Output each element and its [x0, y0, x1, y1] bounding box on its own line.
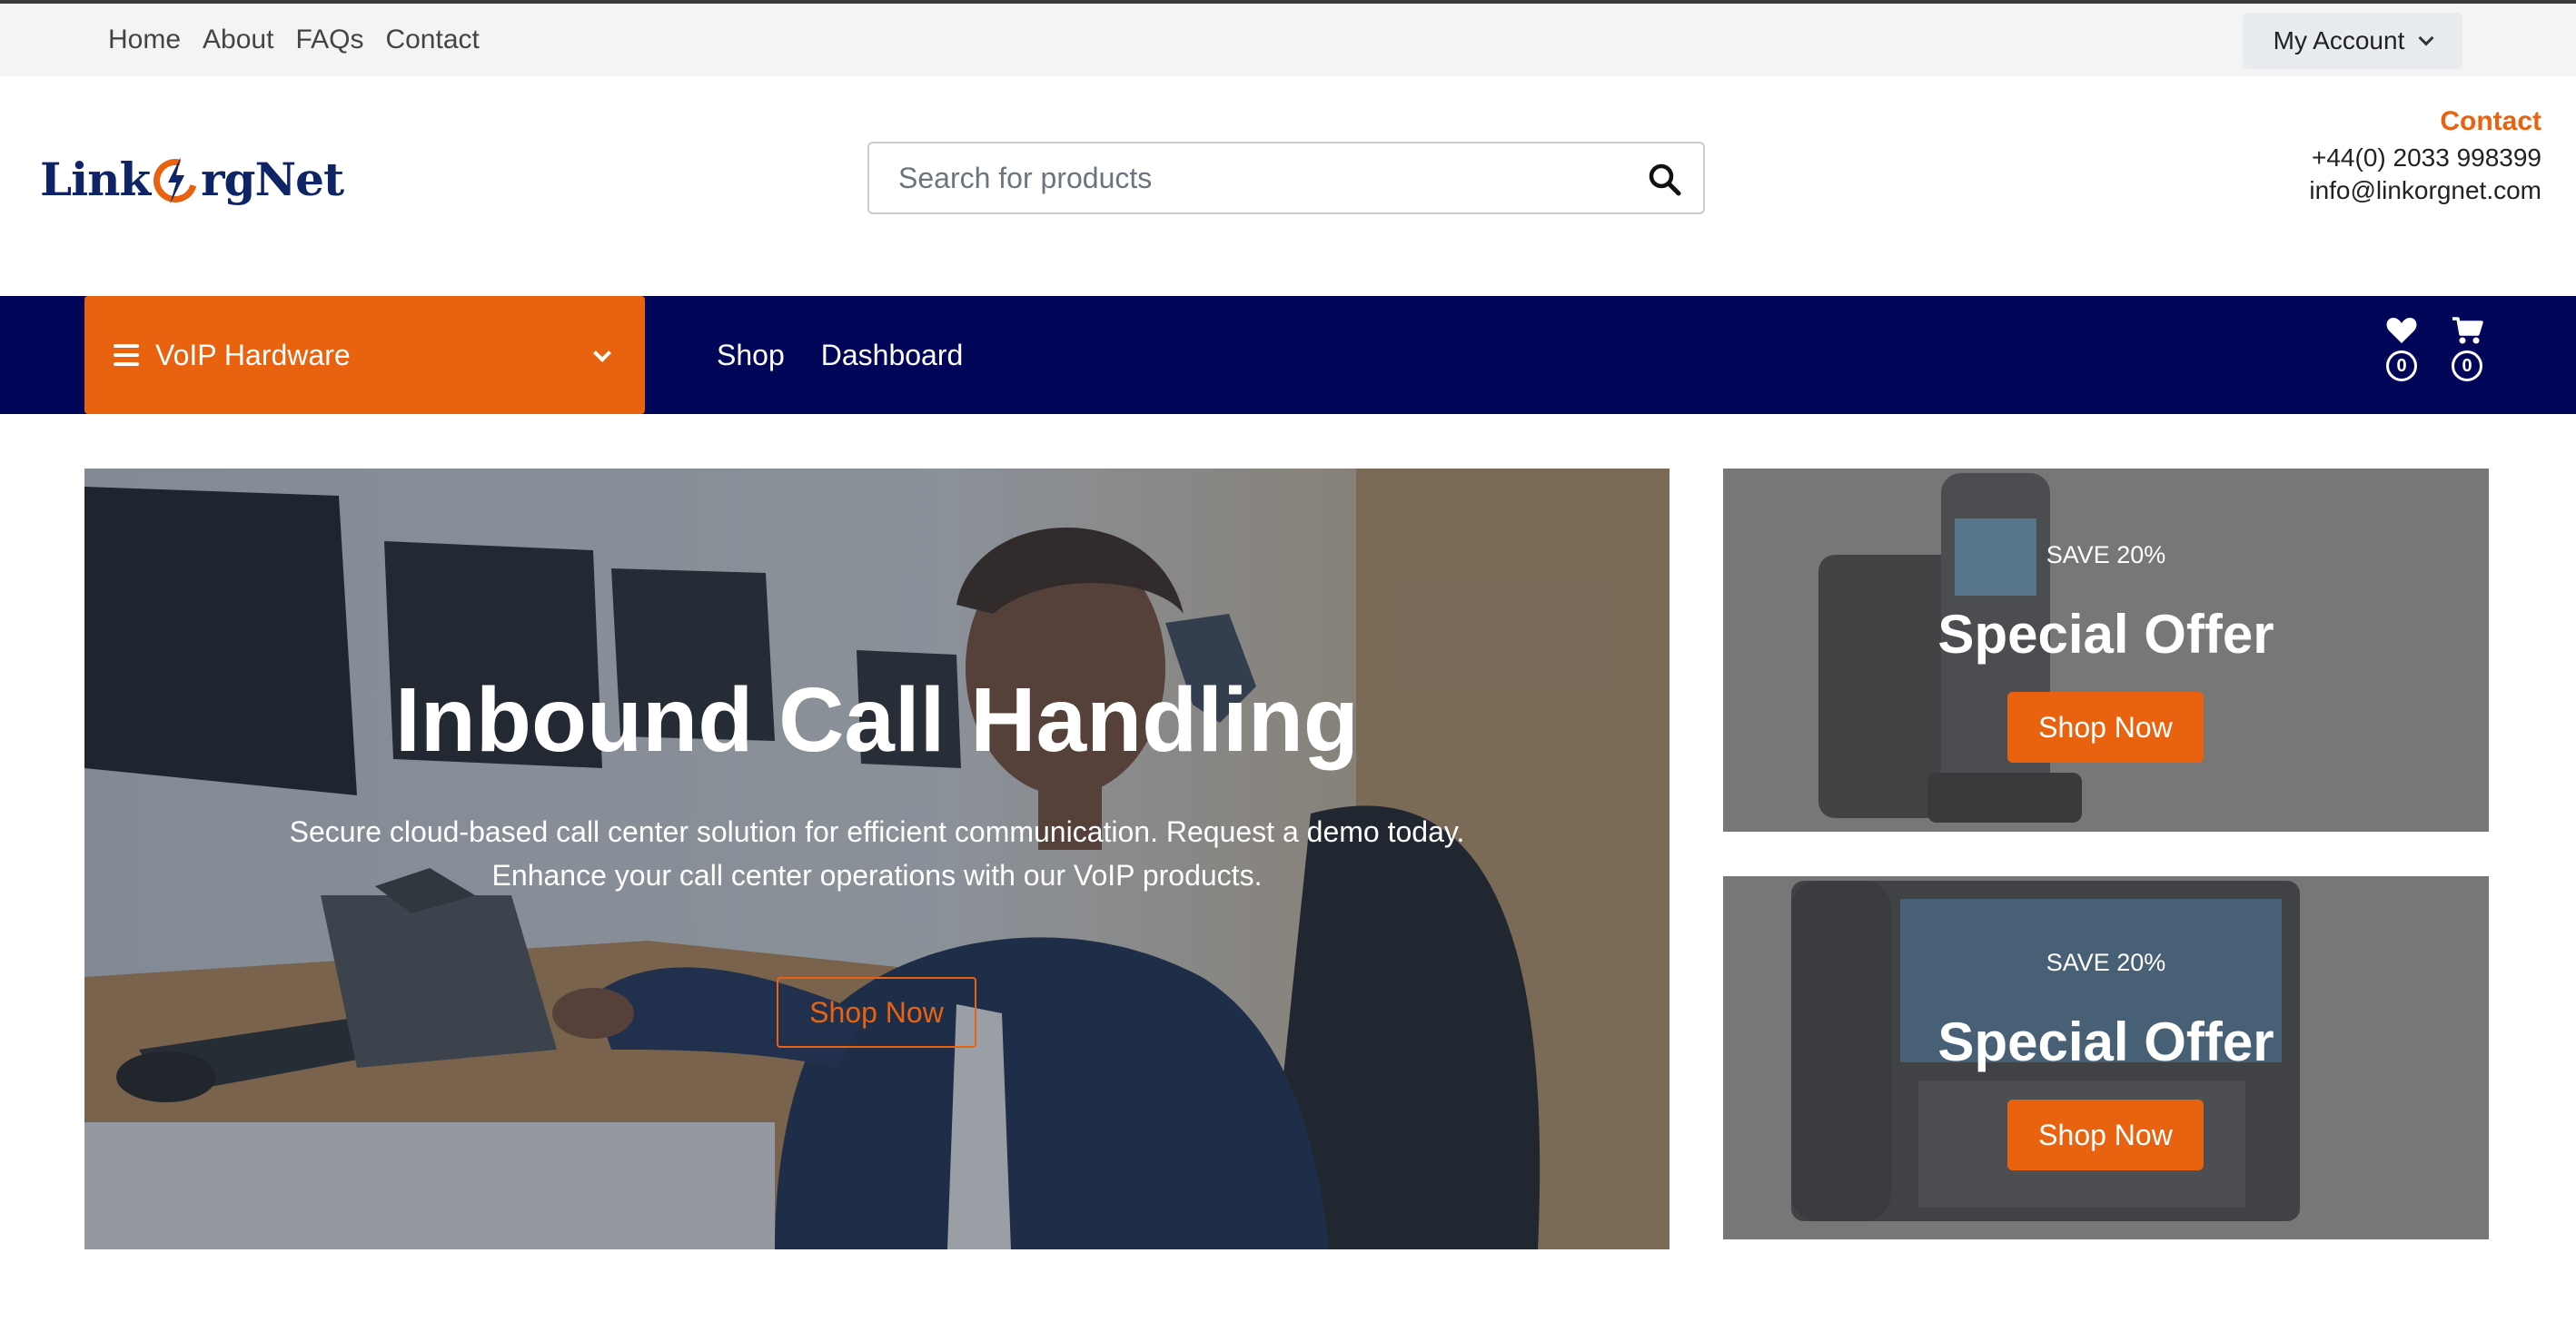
offer-shop-now-button[interactable]: Shop Now	[2007, 692, 2204, 763]
nav-shop[interactable]: Shop	[717, 339, 785, 372]
offer-save-label: SAVE 20%	[2046, 949, 2166, 976]
category-label: VoIP Hardware	[155, 338, 351, 371]
top-nav-about[interactable]: About	[203, 25, 273, 55]
logo-mark-icon	[145, 151, 205, 211]
special-offer-card-1[interactable]: SAVE 20% Special Offer Shop Now	[1723, 469, 2489, 832]
cart-button[interactable]: 0	[2449, 316, 2485, 398]
offer-save-label: SAVE 20%	[2046, 541, 2166, 568]
wishlist-button[interactable]: 0	[2383, 316, 2420, 398]
top-nav-home[interactable]: Home	[108, 25, 181, 55]
offer-title: Special Offer	[1937, 604, 2274, 665]
top-nav: Home About FAQs Contact	[108, 4, 480, 76]
heart-icon	[2386, 318, 2417, 343]
header-contact: Contact +44(0) 2033 998399 info@linkorgn…	[2309, 102, 2541, 207]
main-navbar: VoIP Hardware Shop Dashboard 0 0	[0, 296, 2576, 414]
main-nav: Shop Dashboard	[717, 296, 963, 414]
cart-count-badge: 0	[2452, 350, 2482, 381]
site-logo[interactable]: Link rgNet	[40, 138, 344, 220]
hero-shop-now-button[interactable]: Shop Now	[777, 977, 976, 1048]
hero-description-line-2: Enhance your call center operations with…	[491, 859, 1263, 892]
category-dropdown-button[interactable]: VoIP Hardware	[84, 296, 645, 414]
hero-description-line-1: Secure cloud-based call center solution …	[289, 815, 1465, 848]
top-utility-bar: Home About FAQs Contact My Account	[0, 4, 2576, 76]
wishlist-count-badge: 0	[2386, 350, 2417, 381]
search-box	[867, 142, 1705, 214]
hero-description: Secure cloud-based call center solution …	[221, 810, 1533, 897]
chevron-down-icon	[593, 344, 611, 362]
hero-banner: Inbound Call Handling Secure cloud-based…	[84, 469, 1669, 1249]
contact-email[interactable]: info@linkorgnet.com	[2309, 174, 2541, 207]
offer-title: Special Offer	[1937, 1011, 2274, 1072]
contact-phone[interactable]: +44(0) 2033 998399	[2309, 142, 2541, 174]
chevron-down-icon	[2418, 30, 2434, 46]
search-input[interactable]	[869, 146, 1614, 210]
contact-title: Contact	[2440, 106, 2541, 136]
hamburger-icon	[114, 344, 139, 366]
logo-text-link: Link	[40, 152, 151, 206]
top-nav-faqs[interactable]: FAQs	[295, 25, 363, 55]
offer-shop-now-button[interactable]: Shop Now	[2007, 1100, 2204, 1170]
hero-title: Inbound Call Handling	[395, 669, 1359, 771]
logo-text-rgnet: rgNet	[201, 152, 344, 206]
my-account-label: My Account	[2273, 26, 2405, 54]
top-nav-contact[interactable]: Contact	[385, 25, 479, 55]
cart-icon	[2452, 317, 2483, 344]
nav-dashboard[interactable]: Dashboard	[821, 339, 964, 372]
search-icon[interactable]	[1647, 162, 1683, 198]
my-account-dropdown[interactable]: My Account	[2243, 13, 2462, 69]
special-offer-card-2[interactable]: SAVE 20% Special Offer Shop Now	[1723, 876, 2489, 1239]
